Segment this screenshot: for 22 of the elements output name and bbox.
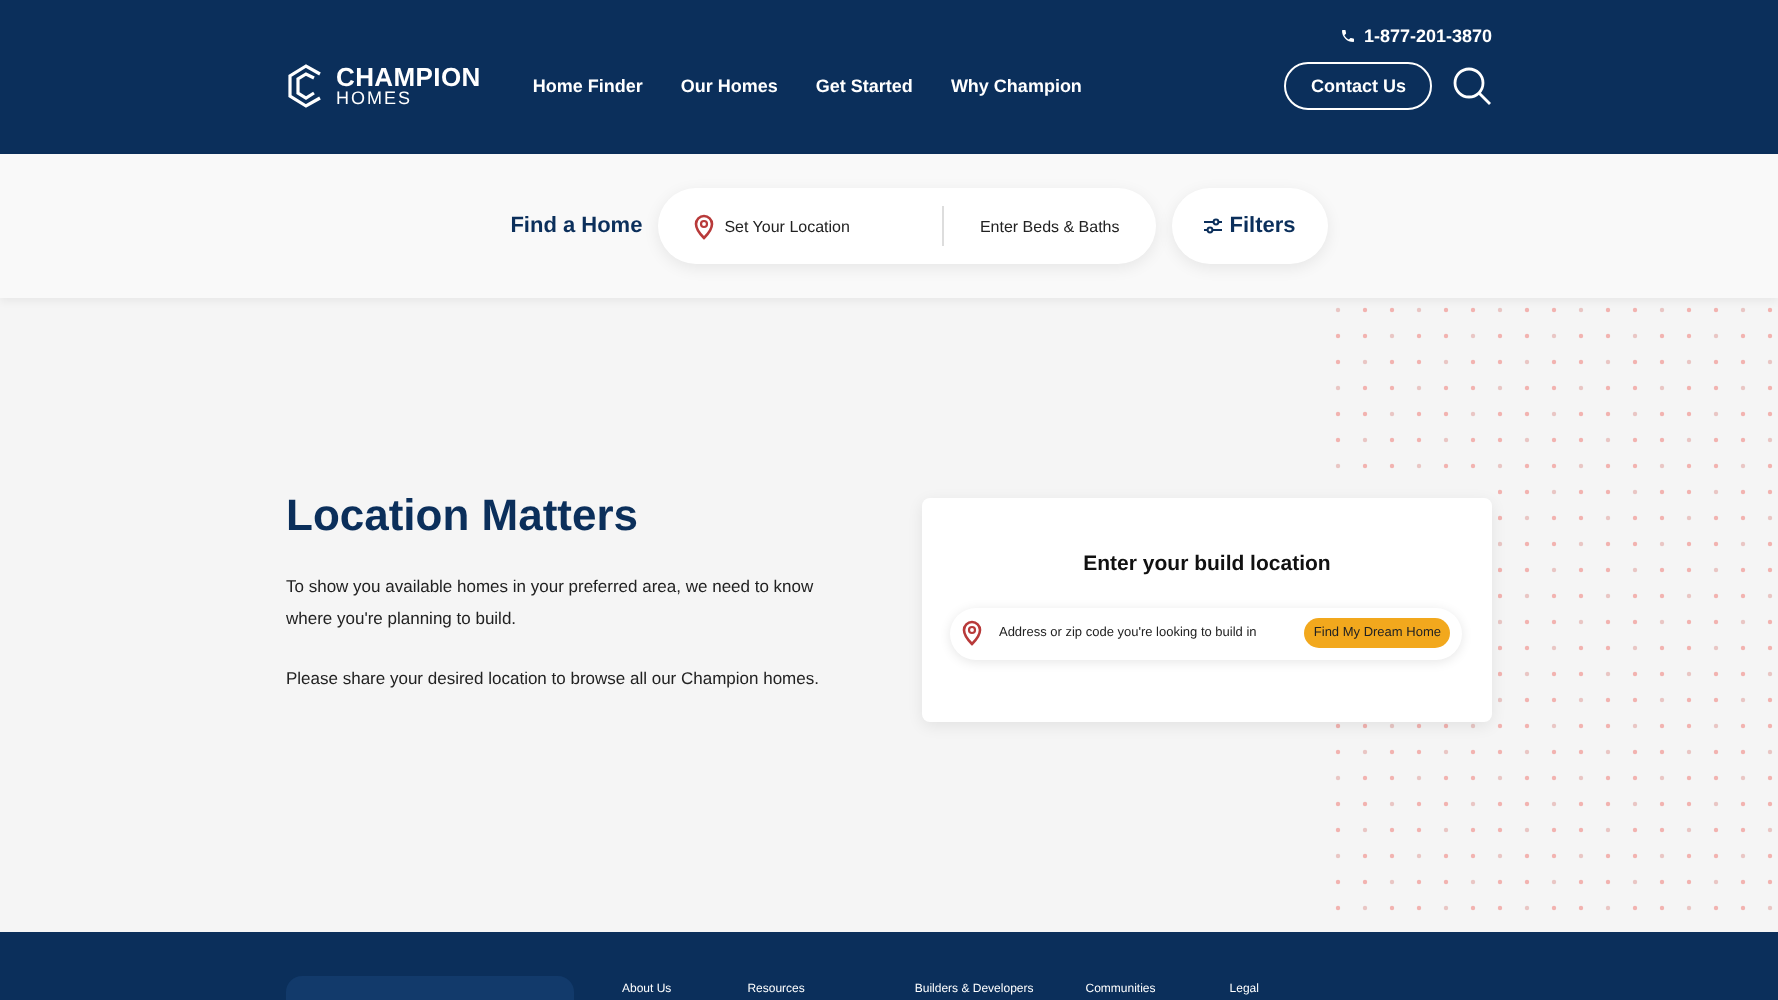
search-icon[interactable] [1452, 66, 1492, 106]
phone-icon [1339, 27, 1356, 43]
card-title: Enter your build location [1083, 551, 1331, 575]
section-title: Location Matters [286, 489, 641, 541]
logo-name: CHAMPION [336, 64, 481, 90]
finder-label: Find a Home [510, 214, 643, 238]
filters-button[interactable]: Filters [1171, 188, 1328, 264]
logo-icon [286, 64, 326, 108]
phone-number[interactable]: 1-877-201-3870 [1339, 22, 1492, 48]
nav-link[interactable]: Get Started [815, 76, 913, 96]
location-selector[interactable]: Set Your Location [694, 213, 850, 239]
intro-paragraph: To show you available homes in your preferred area, we need to know where you're planning to build. [286, 573, 816, 632]
location-pin-icon [962, 620, 983, 646]
contact-button[interactable]: Contact Us [1284, 62, 1432, 110]
intro-paragraph: Please share your desired location to browse all our Champion homes. [286, 665, 821, 692]
beds-baths-selector[interactable]: Enter Beds & Baths [979, 217, 1120, 235]
nav-link[interactable]: Why Champion [950, 76, 1082, 96]
location-pin-icon [694, 213, 715, 239]
logo-subtitle: HOMES [336, 90, 415, 108]
nav-link[interactable]: Our Homes [680, 76, 778, 96]
sliders-icon [1203, 218, 1222, 234]
nav-link[interactable]: Home Finder [532, 76, 643, 96]
